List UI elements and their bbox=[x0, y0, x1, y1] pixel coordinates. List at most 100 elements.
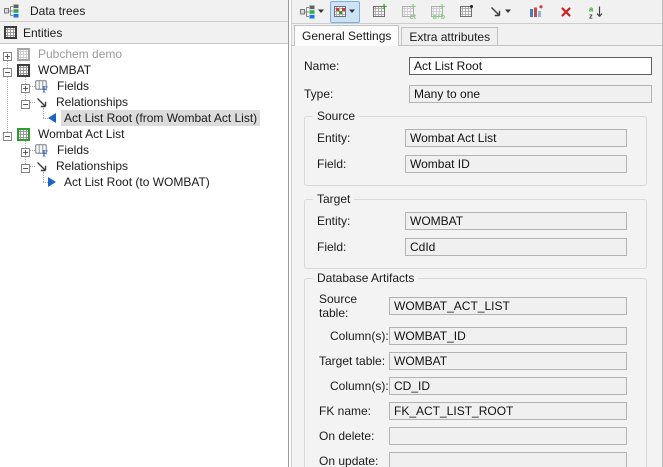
source-field-label: Field: bbox=[317, 157, 405, 171]
entity-grid-icon bbox=[17, 48, 30, 61]
tree-item-wal-fields[interactable]: F Fields bbox=[0, 142, 288, 158]
delete-x-icon bbox=[560, 6, 572, 18]
data-trees-header[interactable]: Data trees bbox=[0, 0, 288, 22]
on-update-label: On update: bbox=[319, 454, 389, 467]
on-delete-field bbox=[389, 427, 627, 445]
name-input[interactable] bbox=[409, 57, 652, 75]
svg-text:F: F bbox=[42, 149, 48, 157]
database-artifacts-title: Database Artifacts bbox=[313, 271, 418, 285]
general-settings-pane: Name: Type: Source Entity: Field: Ta bbox=[292, 46, 662, 467]
expand-plus-icon[interactable] bbox=[3, 50, 12, 59]
triangle-right-icon bbox=[48, 177, 56, 187]
on-update-field bbox=[389, 452, 627, 467]
type-field bbox=[409, 85, 652, 103]
statistics-button[interactable] bbox=[525, 1, 547, 23]
entities-tree: Pubchem demo WOMBAT F Fields bbox=[0, 44, 288, 467]
delete-button[interactable] bbox=[556, 1, 576, 23]
chevron-down-icon bbox=[505, 9, 512, 14]
entity-dot-icon bbox=[460, 6, 472, 17]
source-columns-field bbox=[389, 327, 627, 345]
entity-grid-icon bbox=[17, 64, 30, 77]
add-entity-button[interactable]: + bbox=[369, 1, 389, 23]
source-field-field bbox=[405, 155, 627, 173]
collapse-minus-icon[interactable] bbox=[3, 66, 12, 75]
target-table-field bbox=[389, 352, 627, 370]
target-field-field bbox=[405, 238, 627, 256]
add-entity-ct-icon: +ct bbox=[402, 6, 414, 17]
add-entity-ab-button[interactable]: +a+b bbox=[427, 1, 447, 23]
entities-header[interactable]: Entities bbox=[0, 22, 288, 44]
target-entity-label: Entity: bbox=[317, 214, 405, 228]
source-table-label: Source table: bbox=[319, 292, 389, 320]
collapse-minus-icon[interactable] bbox=[21, 162, 30, 171]
entities-view-button[interactable] bbox=[330, 1, 360, 23]
tree-item-label: Act List Root (from Wombat Act List) bbox=[61, 110, 260, 126]
add-entity-ab-icon: +a+b bbox=[431, 6, 443, 17]
source-groupbox-title: Source bbox=[313, 109, 359, 123]
entities-grid-icon bbox=[4, 26, 17, 39]
entity-properties-button[interactable] bbox=[456, 1, 476, 23]
source-groupbox: Source Entity: Field: bbox=[304, 116, 647, 186]
expand-plus-icon[interactable] bbox=[21, 146, 30, 155]
fields-icon: F bbox=[35, 79, 49, 93]
sort-button[interactable]: a z bbox=[585, 1, 608, 23]
source-table-field bbox=[389, 297, 627, 315]
bar-chart-icon bbox=[529, 5, 543, 18]
type-label: Type: bbox=[304, 87, 409, 101]
data-trees-header-label: Data trees bbox=[30, 4, 85, 18]
entity-editor-window: Data trees Entities bbox=[0, 0, 663, 467]
name-label: Name: bbox=[304, 59, 409, 73]
sort-az-icon: a z bbox=[589, 5, 604, 19]
expand-plus-icon[interactable] bbox=[21, 82, 30, 91]
chevron-down-icon bbox=[318, 9, 325, 14]
tree-item-label: Fields bbox=[54, 142, 92, 158]
on-delete-label: On delete: bbox=[319, 429, 389, 443]
data-trees-menu-button[interactable] bbox=[296, 1, 329, 23]
tree-item-wal-relationships[interactable]: Relationships bbox=[0, 158, 288, 174]
tree-item-act-list-root-from[interactable]: Act List Root (from Wombat Act List) bbox=[0, 110, 288, 126]
left-panel: Data trees Entities bbox=[0, 0, 289, 467]
svg-text:F: F bbox=[42, 85, 48, 93]
svg-text:z: z bbox=[589, 11, 593, 19]
toolbar: + +ct +a+b bbox=[292, 0, 662, 24]
add-entity-ct-button[interactable]: +ct bbox=[398, 1, 418, 23]
tree-item-wombat-fields[interactable]: F Fields bbox=[0, 78, 288, 94]
target-columns-field bbox=[389, 377, 627, 395]
entity-grid-icon bbox=[17, 128, 30, 141]
source-entity-field bbox=[405, 129, 627, 147]
tab-general-settings[interactable]: General Settings bbox=[294, 25, 399, 46]
target-field-label: Field: bbox=[317, 240, 405, 254]
tree-item-wombat-act-list[interactable]: Wombat Act List bbox=[0, 126, 288, 142]
chevron-down-icon bbox=[349, 9, 356, 14]
tree-item-wombat[interactable]: WOMBAT bbox=[0, 62, 288, 78]
tab-label: Extra attributes bbox=[409, 30, 490, 44]
tree-item-label: WOMBAT bbox=[35, 62, 94, 78]
tree-item-pubchem-demo[interactable]: Pubchem demo bbox=[0, 46, 288, 62]
collapse-minus-icon[interactable] bbox=[3, 130, 12, 139]
tree-item-label: Relationships bbox=[53, 94, 131, 110]
tab-extra-attributes[interactable]: Extra attributes bbox=[401, 27, 498, 45]
add-entity-icon: + bbox=[373, 6, 385, 17]
tree-item-label: Pubchem demo bbox=[35, 46, 125, 62]
relationship-arrow-icon bbox=[35, 160, 48, 173]
tree-item-wombat-relationships[interactable]: Relationships bbox=[0, 94, 288, 110]
right-panel: + +ct +a+b bbox=[291, 0, 663, 467]
relationship-arrow-icon bbox=[35, 96, 48, 109]
entities-header-label: Entities bbox=[23, 26, 62, 40]
target-groupbox-title: Target bbox=[313, 192, 354, 206]
collapse-minus-icon[interactable] bbox=[21, 98, 30, 107]
fk-name-label: FK name: bbox=[319, 404, 389, 418]
triangle-left-icon bbox=[48, 113, 56, 123]
source-columns-label: Column(s): bbox=[319, 329, 389, 343]
tab-label: General Settings bbox=[302, 29, 391, 43]
relationships-menu-button[interactable] bbox=[485, 1, 516, 23]
target-columns-label: Column(s): bbox=[319, 379, 389, 393]
tree-item-label: Act List Root (to WOMBAT) bbox=[61, 174, 213, 190]
data-trees-icon bbox=[4, 4, 19, 18]
data-trees-icon bbox=[300, 5, 315, 19]
tree-item-act-list-root-to[interactable]: Act List Root (to WOMBAT) bbox=[0, 174, 288, 190]
fields-icon: F bbox=[35, 143, 49, 157]
tree-item-label: Fields bbox=[54, 78, 92, 94]
source-entity-label: Entity: bbox=[317, 131, 405, 145]
tree-item-label: Relationships bbox=[53, 158, 131, 174]
